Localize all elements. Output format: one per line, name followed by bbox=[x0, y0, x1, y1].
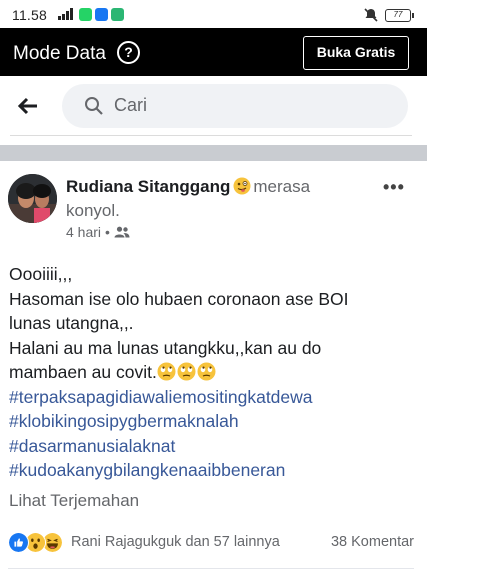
status-time: 11.58 bbox=[12, 7, 47, 23]
signal-icon bbox=[58, 8, 73, 20]
data-mode-title: Mode Data bbox=[13, 43, 106, 64]
eye-roll-emoji-icon bbox=[157, 362, 176, 381]
status-icons-right: 77 bbox=[363, 7, 414, 23]
more-options-icon[interactable]: ••• bbox=[383, 177, 405, 198]
reaction-summary[interactable]: Rani Rajagukguk dan 57 lainnya 38 Koment… bbox=[8, 530, 414, 556]
post-header: Rudiana Sitanggang merasa konyol. bbox=[66, 175, 366, 223]
goofy-face-icon bbox=[233, 177, 251, 195]
friends-icon bbox=[114, 226, 130, 238]
post-card: Rudiana Sitanggang merasa konyol. 4 hari … bbox=[0, 161, 427, 574]
post-timestamp[interactable]: 4 hari bbox=[66, 224, 101, 240]
post-line: Hasoman ise olo hubaen coronaon ase BOI bbox=[9, 288, 349, 309]
search-box[interactable] bbox=[62, 84, 408, 128]
status-icons-left bbox=[58, 6, 124, 22]
eye-roll-emoji-icon bbox=[177, 362, 196, 381]
post-line: lunas utangna,,. bbox=[9, 313, 134, 333]
like-reaction-icon bbox=[8, 532, 29, 553]
hashtag-link[interactable]: #terpaksapagidiawaliemositingkatdewa bbox=[9, 385, 419, 410]
see-translation-link[interactable]: Lihat Terjemahan bbox=[9, 491, 139, 511]
search-icon bbox=[85, 97, 103, 115]
facebook-app-icon bbox=[95, 7, 108, 21]
whatsapp-icon bbox=[79, 7, 92, 21]
search-row bbox=[0, 76, 427, 136]
back-arrow-icon[interactable] bbox=[16, 94, 40, 118]
post-meta: 4 hari • bbox=[66, 224, 130, 240]
post-line: mambaen au covit. bbox=[9, 362, 157, 382]
data-mode-bar: Mode Data ? Buka Gratis bbox=[0, 28, 427, 76]
battery-icon: 77 bbox=[385, 8, 414, 22]
post-line: Halani au ma lunas utangkku,,kan au do bbox=[9, 337, 322, 358]
header-divider bbox=[10, 135, 412, 136]
avatar[interactable] bbox=[8, 174, 57, 223]
post-line-with-emoji: mambaen au covit. bbox=[9, 360, 419, 385]
eye-roll-emoji-icon bbox=[197, 362, 216, 381]
messenger-icon bbox=[111, 7, 124, 21]
search-input[interactable] bbox=[114, 95, 374, 116]
help-icon[interactable]: ? bbox=[117, 41, 140, 64]
feed-separator bbox=[0, 145, 427, 161]
post-footer-divider bbox=[8, 568, 414, 569]
comment-count[interactable]: 38 Komentar bbox=[331, 534, 414, 550]
meta-separator: • bbox=[105, 224, 110, 240]
post-body: Oooiiii,,, Hasoman ise olo hubaen corona… bbox=[9, 262, 419, 483]
free-mode-button[interactable]: Buka Gratis bbox=[303, 36, 409, 70]
hashtag-link[interactable]: #kudoakanygbilangkenaaibbeneran bbox=[9, 458, 419, 483]
hashtag-link[interactable]: #dasarmanusialaknat bbox=[9, 434, 419, 459]
status-bar: 11.58 77 bbox=[0, 0, 427, 28]
mute-icon bbox=[364, 8, 378, 22]
reaction-icons bbox=[8, 532, 70, 554]
post-line: Oooiiii,,, bbox=[9, 264, 73, 284]
reactors-text[interactable]: Rani Rajagukguk dan 57 lainnya bbox=[71, 534, 280, 550]
hashtag-link[interactable]: #klobikingosipygbermaknalah bbox=[9, 409, 419, 434]
author-name[interactable]: Rudiana Sitanggang bbox=[66, 177, 230, 196]
avatar-photo bbox=[8, 174, 57, 223]
